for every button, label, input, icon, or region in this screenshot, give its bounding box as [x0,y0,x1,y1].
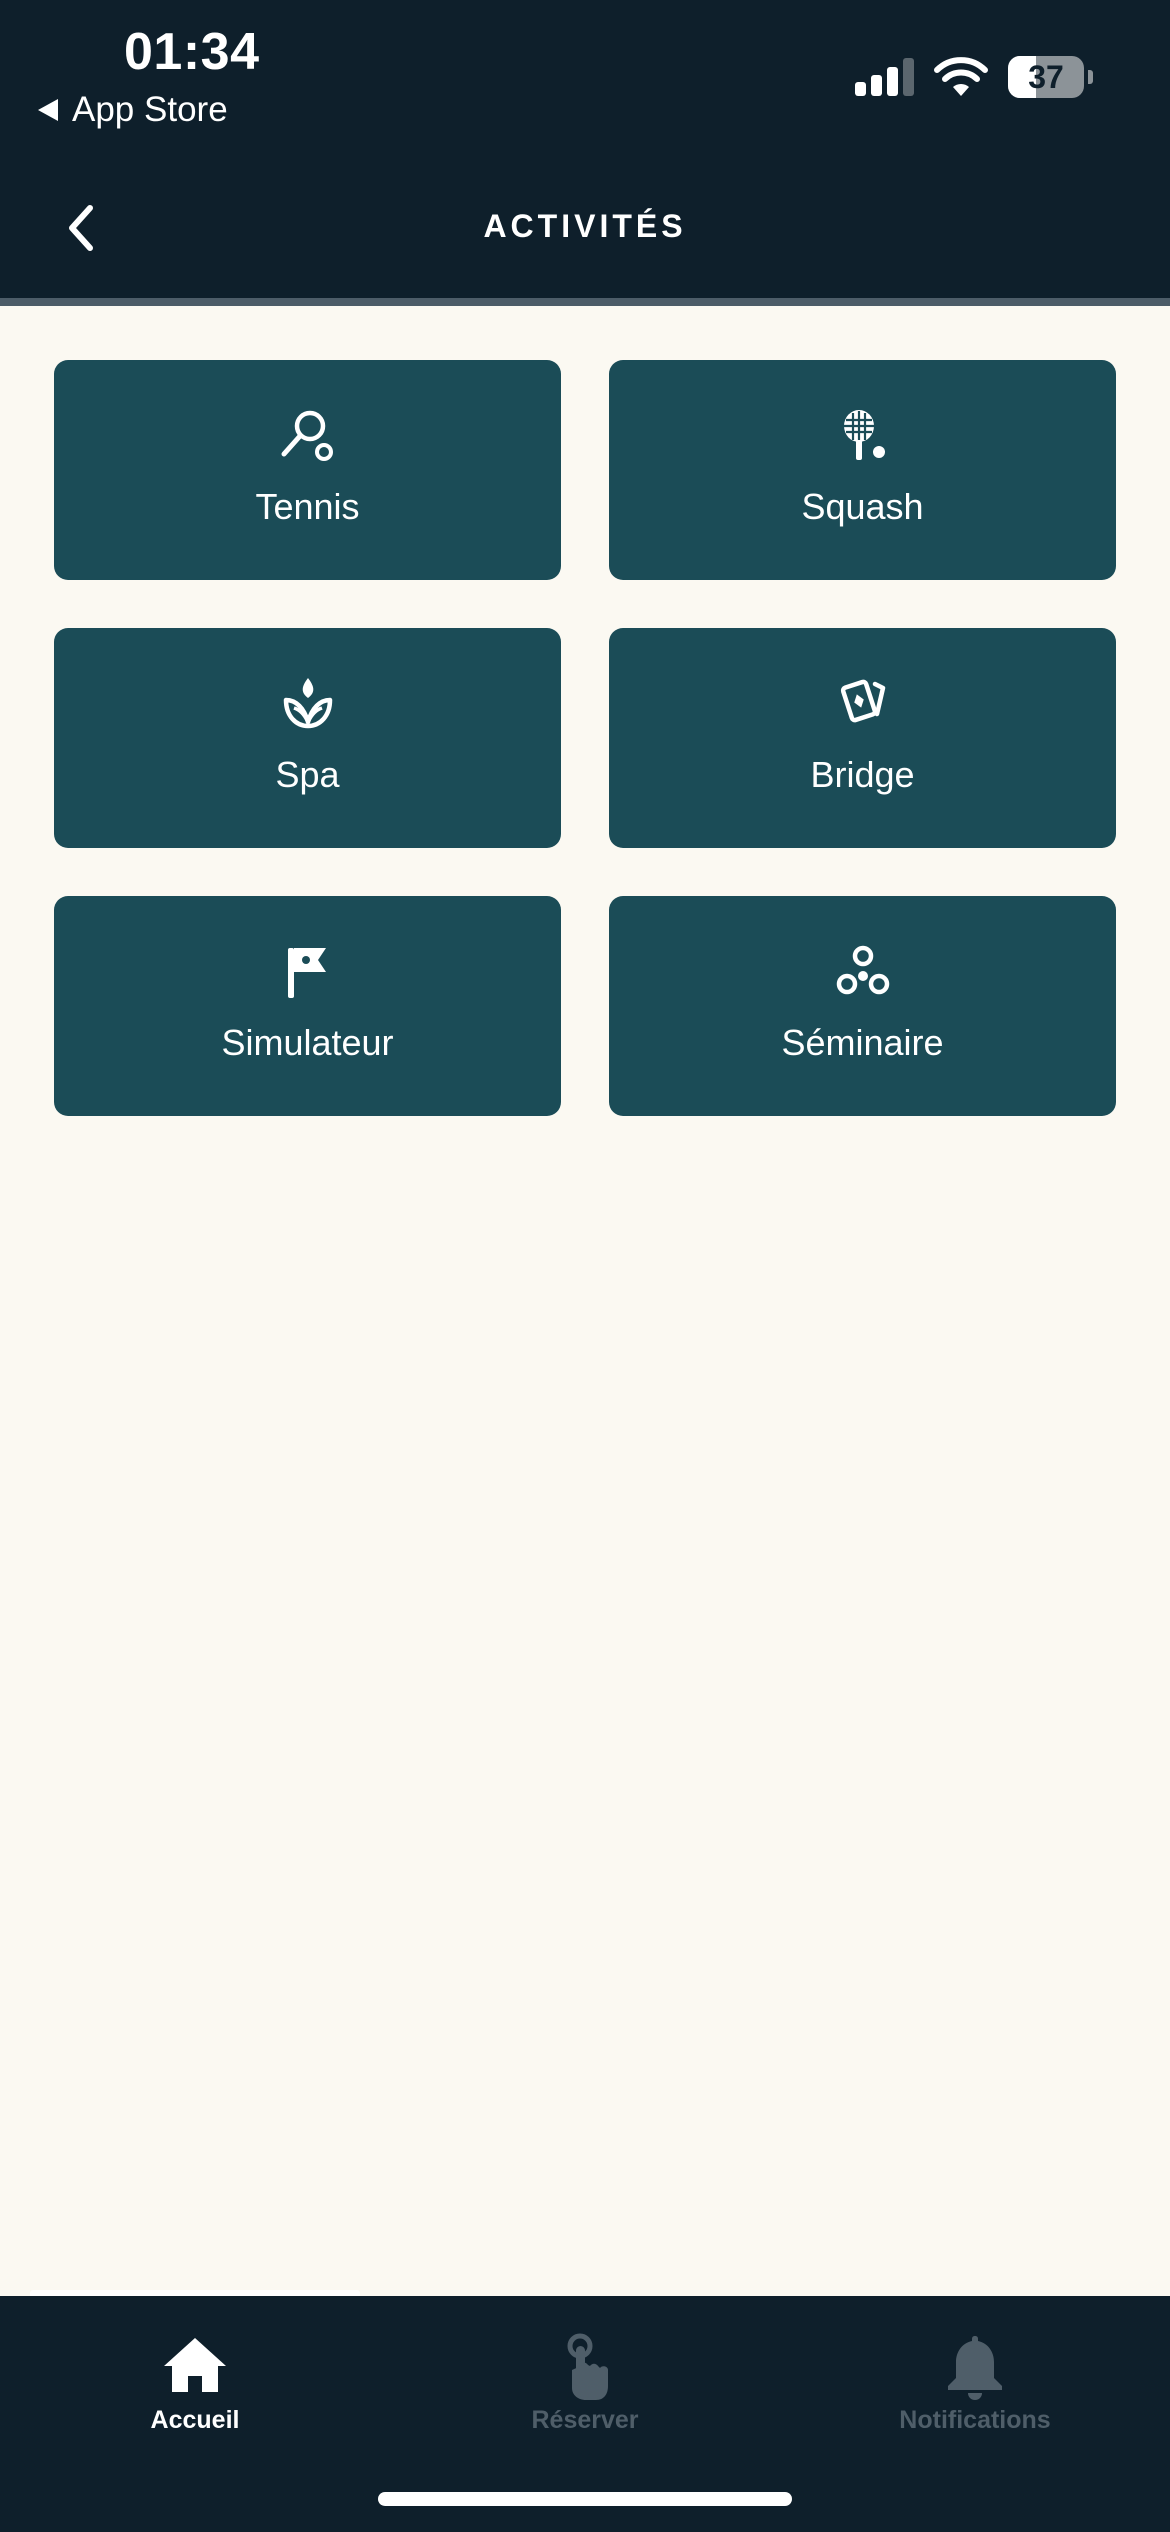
activity-label: Simulateur [221,1022,394,1063]
squash-racket-icon [843,410,885,460]
header-divider [0,298,1170,306]
battery-icon: 37 [1008,56,1093,98]
page-title: ACTIVITÉS [483,208,687,244]
bell-icon [948,2336,1002,2400]
lotus-icon [283,678,332,729]
activities-grid: Tennis Squash Spa Bridge Simulateur Sémi… [54,360,1116,1116]
tab-label-notifications: Notifications [899,2406,1051,2434]
tennis-racket-icon [281,410,333,461]
tap-hand-icon [567,2333,608,2400]
activity-tile-seminaire[interactable]: Séminaire [609,896,1116,1116]
activity-tile-squash[interactable]: Squash [609,360,1116,580]
back-to-app-store-link[interactable]: App Store [38,90,228,130]
activity-label: Tennis [255,486,360,527]
playing-cards-icon [840,679,885,723]
activity-label: Séminaire [781,1022,944,1063]
home-icon [164,2338,226,2392]
activity-tile-spa[interactable]: Spa [54,628,561,848]
activity-label: Squash [801,486,924,527]
tab-accueil[interactable]: Accueil [0,2332,390,2442]
status-time: 01:34 [124,23,260,81]
group-icon [836,945,889,995]
tab-label-accueil: Accueil [150,2406,240,2434]
tab-notifications[interactable]: Notifications [780,2332,1170,2442]
activity-tile-bridge[interactable]: Bridge [609,628,1116,848]
golf-flag-icon [287,948,326,998]
back-triangle-icon [38,99,58,121]
activity-tile-tennis[interactable]: Tennis [54,360,561,580]
tab-label-reserver: Réserver [531,2406,639,2434]
home-indicator[interactable] [378,2492,792,2506]
activity-label: Bridge [810,754,915,795]
back-app-label: App Store [72,90,228,129]
tab-reserver[interactable]: Réserver [390,2332,780,2442]
wifi-icon [934,57,988,96]
cellular-signal-icon [855,58,915,96]
activity-tile-simulateur[interactable]: Simulateur [54,896,561,1116]
activity-label: Spa [275,754,340,795]
top-bar: 01:34 App Store 37 ACTIVITÉS [0,0,1170,298]
battery-percentage: 37 [1028,59,1064,95]
